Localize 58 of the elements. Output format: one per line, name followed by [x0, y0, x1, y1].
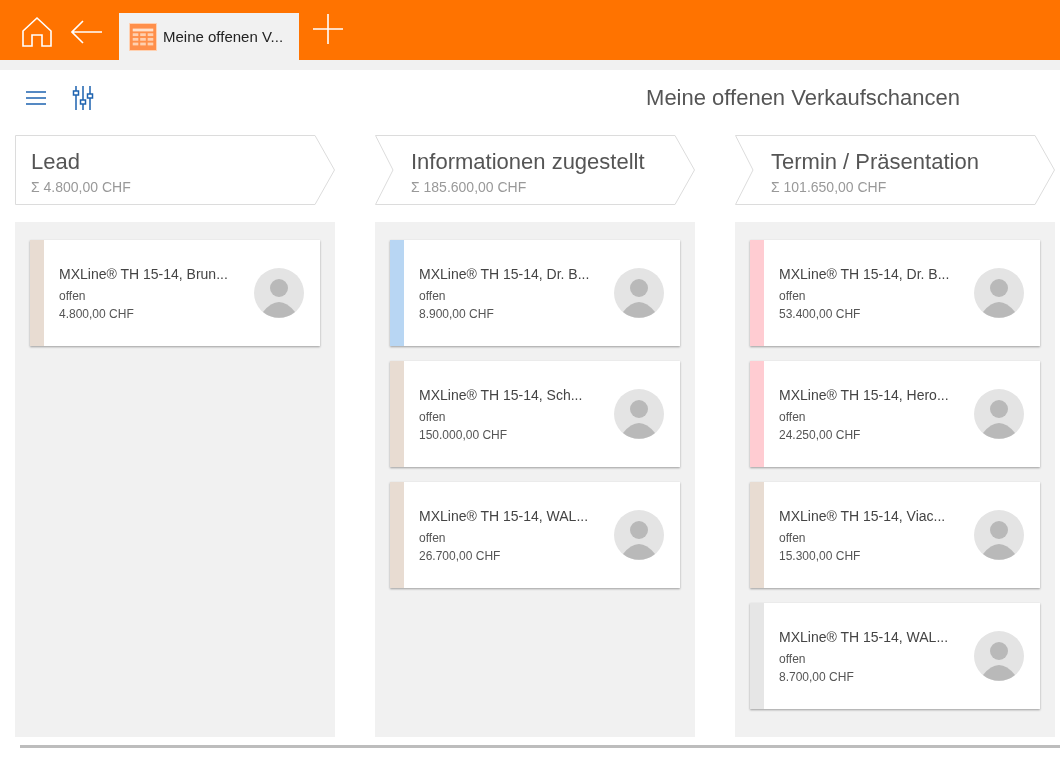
opportunity-card[interactable]: MXLine® TH 15-14, Hero... offen 24.250,00 CHF [750, 361, 1040, 467]
card-amount: 4.800,00 CHF [59, 306, 134, 321]
card-title: MXLine® TH 15-14, WAL... [779, 628, 949, 645]
card-amount: 8.700,00 CHF [779, 669, 854, 684]
card-amount: 24.250,00 CHF [779, 427, 861, 442]
card-title: MXLine® TH 15-14, Hero... [779, 386, 949, 403]
avatar-icon [254, 268, 304, 318]
avatar-icon [974, 631, 1024, 681]
card-status: offen [419, 409, 446, 424]
opportunity-card[interactable]: MXLine® TH 15-14, Viac... offen 15.300,00 CHF [750, 482, 1040, 588]
avatar-icon [974, 268, 1024, 318]
card-title: MXLine® TH 15-14, Dr. B... [779, 265, 950, 282]
back-arrow-icon[interactable] [71, 20, 103, 44]
card-amount: 15.300,00 CHF [779, 548, 861, 563]
sliders-icon[interactable] [72, 85, 94, 110]
card-title: MXLine® TH 15-14, WAL... [419, 507, 589, 524]
card-status: offen [419, 530, 446, 545]
horizontal-scrollbar[interactable] [20, 745, 1060, 748]
page-title: Meine offenen Verkaufschancen [646, 84, 960, 111]
card-amount: 8.900,00 CHF [419, 306, 494, 321]
opportunity-card[interactable]: MXLine® TH 15-14, WAL... offen 8.700,00 CHF [750, 603, 1040, 709]
opportunity-card[interactable]: MXLine® TH 15-14, Brun... offen 4.800,00 CHF [30, 240, 320, 346]
avatar-icon [614, 268, 664, 318]
opportunity-card[interactable]: MXLine® TH 15-14, Sch... offen 150.000,00 CHF [390, 361, 680, 467]
card-title: MXLine® TH 15-14, Brun... [59, 265, 228, 282]
card-amount: 150.000,00 CHF [419, 427, 508, 442]
card-title: MXLine® TH 15-14, Sch... [419, 386, 583, 403]
card-status: offen [779, 409, 806, 424]
card-title: MXLine® TH 15-14, Viac... [779, 507, 946, 524]
card-status: offen [779, 530, 806, 545]
stage-title: Informationen zugestellt [411, 149, 645, 175]
tab[interactable]: Meine offenen V... [119, 13, 299, 60]
stage-header[interactable]: Informationen zugestellt Σ 185.600,00 CHF [375, 135, 695, 205]
table-icon [129, 22, 157, 51]
opportunity-card[interactable]: MXLine® TH 15-14, WAL... offen 26.700,00 CHF [390, 482, 680, 588]
menu-icon[interactable] [26, 90, 46, 105]
card-amount: 53.400,00 CHF [779, 306, 861, 321]
card-title: MXLine® TH 15-14, Dr. B... [419, 265, 590, 282]
card-amount: 26.700,00 CHF [419, 548, 501, 563]
stage-title: Termin / Präsentation [771, 149, 979, 175]
card-status: offen [59, 288, 86, 303]
avatar-icon [614, 389, 664, 439]
stage-header[interactable]: Termin / Präsentation Σ 101.650,00 CHF [735, 135, 1055, 205]
opportunity-card[interactable]: MXLine® TH 15-14, Dr. B... offen 53.400,00 CHF [750, 240, 1040, 346]
card-status: offen [779, 651, 806, 666]
opportunity-card[interactable]: MXLine® TH 15-14, Dr. B... offen 8.900,00 CHF [390, 240, 680, 346]
stage-title: Lead [31, 149, 80, 175]
card-status: offen [419, 288, 446, 303]
home-icon[interactable] [21, 16, 53, 48]
stage-sum: Σ 4.800,00 CHF [31, 179, 131, 195]
plus-icon[interactable] [313, 14, 343, 44]
avatar-icon [974, 510, 1024, 560]
stage-sum: Σ 101.650,00 CHF [771, 179, 887, 195]
stage-sum: Σ 185.600,00 CHF [411, 179, 527, 195]
avatar-icon [614, 510, 664, 560]
card-status: offen [779, 288, 806, 303]
avatar-icon [974, 389, 1024, 439]
stage-header[interactable]: Lead Σ 4.800,00 CHF [15, 135, 335, 205]
